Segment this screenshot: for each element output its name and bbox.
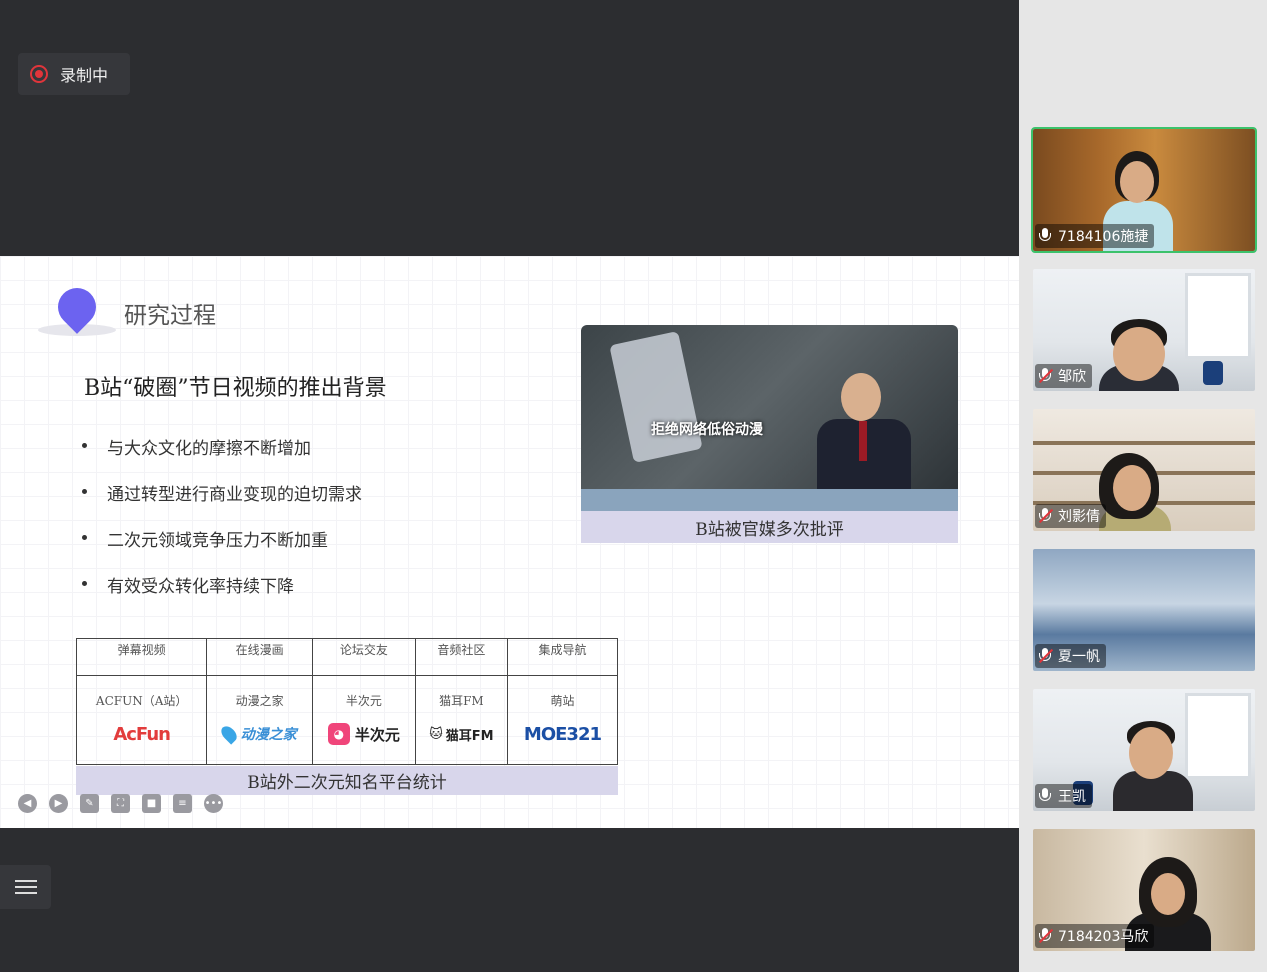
participant-person <box>1095 453 1175 531</box>
table-cell: 动漫之家 动漫之家 <box>206 675 313 765</box>
bullet-text: 有效受众转化率持续下降 <box>107 577 294 597</box>
prev-icon[interactable]: ◀ <box>18 794 37 813</box>
moe321-logo: MOE321 <box>523 723 602 745</box>
bcy-logo-text: 半次元 <box>354 725 400 744</box>
microphone-icon <box>1039 228 1051 244</box>
platform-name: ACFUN（A站） <box>95 694 188 708</box>
shared-slide: 研究过程 B站“破圈”节日视频的推出背景 与大众文化的摩擦不断增加 通过转型进行… <box>0 256 1019 828</box>
list-menu-button[interactable] <box>0 865 51 909</box>
participant-name: 夏一帆 <box>1058 649 1100 665</box>
recording-indicator[interactable]: 录制中 <box>18 53 130 95</box>
microphone-muted-icon <box>1038 928 1054 944</box>
participant-name: 7184106施捷 <box>1058 229 1149 245</box>
maoer-logo: 🐱 猫耳FM <box>416 721 507 747</box>
bullet-dot <box>82 443 87 448</box>
pen-icon[interactable]: ✎ <box>80 794 99 813</box>
participant-video-tile[interactable]: 邹欣 <box>1033 269 1255 391</box>
more-icon[interactable]: ••• <box>204 794 223 813</box>
bullet-item: 有效受众转化率持续下降 <box>82 572 362 618</box>
participant-sidebar: 7184106施捷 邹欣 刘影倩 夏一帆 王凯 7184203马欣 <box>1019 0 1267 972</box>
microphone-muted-icon <box>1038 508 1054 524</box>
participant-name: 邹欣 <box>1058 369 1086 385</box>
list-icon <box>14 876 37 898</box>
platform-name: 动漫之家 <box>235 694 284 708</box>
bullet-dot <box>82 489 87 494</box>
microphone-muted-icon <box>1038 648 1054 664</box>
window <box>1185 693 1251 779</box>
bullet-text: 与大众文化的摩擦不断增加 <box>107 439 311 459</box>
bullet-dot <box>82 535 87 540</box>
participant-name: 王凯 <box>1058 789 1086 805</box>
acfun-logo: AcFun <box>113 723 171 745</box>
next-icon[interactable]: ▶ <box>49 794 68 813</box>
screenshot-icon[interactable]: ⛶ <box>111 794 130 813</box>
table-row: ACFUN（A站） AcFun 动漫之家 动漫之家 半次元 ◕ 半次元 猫耳FM … <box>75 675 619 765</box>
section-title: 研究过程 <box>124 303 216 329</box>
table-header: 音频社区 <box>414 638 508 676</box>
participant-name-tag: 刘影倩 <box>1035 504 1106 528</box>
presentation-stage: 录制中 研究过程 B站“破圈”节日视频的推出背景 与大众文化的摩擦不断增加 通过… <box>0 0 1019 972</box>
participant-name-tag: 王凯 <box>1035 784 1092 808</box>
dmzj-logo-text: 动漫之家 <box>240 727 297 743</box>
table-cell: 半次元 ◕ 半次元 <box>311 675 416 765</box>
bcy-face-icon: ◕ <box>327 723 350 745</box>
maoer-logo-text: 猫耳FM <box>445 728 494 744</box>
table-caption: B站外二次元知名平台统计 <box>76 766 618 795</box>
news-overlay-text: 拒绝网络低俗动漫 <box>651 422 763 438</box>
participant-video-tile[interactable]: 7184203马欣 <box>1033 829 1255 951</box>
window <box>1185 273 1251 359</box>
microphone-muted-icon <box>1038 368 1054 384</box>
chair <box>1203 361 1223 385</box>
bullet-list: 与大众文化的摩擦不断增加 通过转型进行商业变现的迫切需求 二次元领域竞争压力不断… <box>82 434 362 618</box>
participant-person <box>1099 319 1179 391</box>
participant-name: 7184203马欣 <box>1058 929 1149 945</box>
participant-name-tag: 7184203马欣 <box>1035 924 1155 948</box>
bullet-dot <box>82 581 87 586</box>
comment-icon[interactable]: ≡ <box>173 794 192 813</box>
slide-toolbar: ◀ ▶ ✎ ⛶ ■ ≡ ••• <box>18 794 223 813</box>
news-broadcast-image: 拒绝网络低俗动漫 <box>581 325 958 511</box>
bullet-text: 通过转型进行商业变现的迫切需求 <box>107 485 362 505</box>
table-header: 论坛交友 <box>311 638 416 676</box>
participant-video-tile[interactable]: 7184106施捷 <box>1031 127 1257 253</box>
news-caption: B站被官媒多次批评 <box>581 511 958 543</box>
news-figure: 拒绝网络低俗动漫 B站被官媒多次批评 <box>581 325 958 543</box>
bullet-item: 通过转型进行商业变现的迫切需求 <box>82 480 362 526</box>
participant-name-tag: 邹欣 <box>1035 364 1092 388</box>
bullet-item: 与大众文化的摩擦不断增加 <box>82 434 362 480</box>
table-header: 弹幕视频 <box>75 638 208 676</box>
bcy-logo: ◕ 半次元 <box>313 721 415 747</box>
anchor-head <box>841 373 881 421</box>
recording-label: 录制中 <box>60 66 109 85</box>
microphone-icon <box>1039 788 1051 804</box>
participant-video-tile[interactable]: 王凯 <box>1033 689 1255 811</box>
table-cell: ACFUN（A站） AcFun <box>75 675 208 765</box>
table-cell: 猫耳FM 🐱 猫耳FM <box>414 675 508 765</box>
platform-table: 弹幕视频 在线漫画 论坛交友 音频社区 集成导航 ACFUN（A站） AcFun… <box>75 638 619 765</box>
table-header: 在线漫画 <box>206 638 313 676</box>
table-cell: 萌站 MOE321 <box>506 675 619 765</box>
participant-name-tag: 夏一帆 <box>1035 644 1106 668</box>
dmzj-logo: 动漫之家 <box>207 721 312 747</box>
table-header: 集成导航 <box>506 638 619 676</box>
news-desk <box>581 489 958 511</box>
bullet-text: 二次元领域竞争压力不断加重 <box>107 531 328 551</box>
participant-video-tile[interactable]: 刘影倩 <box>1033 409 1255 531</box>
platform-name: 半次元 <box>345 694 382 708</box>
bullet-item: 二次元领域竞争压力不断加重 <box>82 526 362 572</box>
participant-person <box>1113 721 1193 811</box>
slide-heading: B站“破圈”节日视频的推出背景 <box>84 376 387 401</box>
platform-name: 萌站 <box>550 694 575 708</box>
participant-video-tile[interactable]: 夏一帆 <box>1033 549 1255 671</box>
record-icon <box>30 65 48 83</box>
table-header-row: 弹幕视频 在线漫画 论坛交友 音频社区 集成导航 <box>75 638 619 676</box>
participant-name: 刘影倩 <box>1058 509 1100 525</box>
anchor-tie <box>859 421 867 461</box>
camera-icon[interactable]: ■ <box>142 794 161 813</box>
drop-icon <box>218 723 240 745</box>
cat-icon: 🐱 <box>429 726 443 742</box>
platform-name: 猫耳FM <box>439 694 484 708</box>
phone-screen <box>609 331 703 463</box>
participant-name-tag: 7184106施捷 <box>1035 224 1155 248</box>
